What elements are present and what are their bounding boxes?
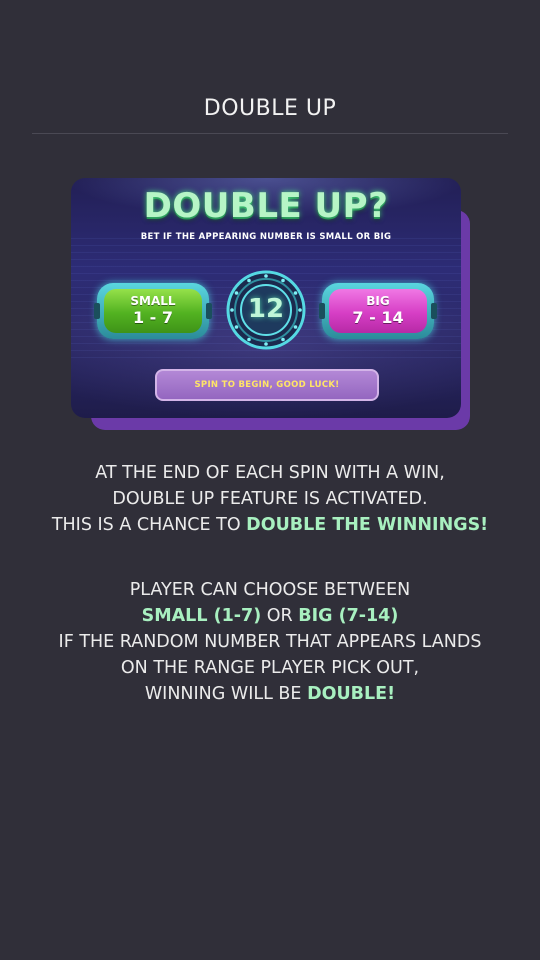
description-line: AT THE END OF EACH SPIN WITH A WIN, [95,463,445,483]
game-title: DOUBLE UP? [143,186,389,226]
description-line: DOUBLE UP FEATURE IS ACTIVATED. [112,489,428,509]
description-line: IF THE RANDOM NUMBER THAT APPEARS LANDS [58,632,482,652]
small-button[interactable]: SMALL 1 - 7 [94,283,212,339]
description-line: SMALL (1-7) OR BIG (7-14) [0,603,540,629]
description-text: WINNING WILL BE [144,684,308,704]
small-button-face: SMALL 1 - 7 [104,289,202,333]
big-button-tab-right [431,303,437,319]
dial-number: 12 [247,294,285,324]
double-up-illustration: DOUBLE UP? BET IF THE APPEARING NUMBER I… [71,178,461,418]
highlight-small-range: SMALL (1-7) [141,606,262,626]
description-rules: PLAYER CAN CHOOSE BETWEEN SMALL (1-7) OR… [0,577,540,707]
big-button-tab-left [319,303,325,319]
highlight-double: DOUBLE! [307,684,396,704]
spin-status-text: SPIN TO BEGIN, GOOD LUCK! [194,380,340,390]
big-button-range: 7 - 14 [352,308,404,327]
game-subtitle: BET IF THE APPEARING NUMBER IS SMALL OR … [140,232,392,242]
description-text: THIS IS A CHANCE TO [51,515,247,535]
small-button-tab-left [94,303,100,319]
big-button-face: BIG 7 - 14 [329,289,427,333]
small-button-tab-right [206,303,212,319]
highlight-big-range: BIG (7-14) [298,606,399,626]
highlight-double-winnings: DOUBLE THE WINNINGS! [246,515,489,535]
big-button-label: BIG [366,294,390,308]
description-line: ON THE RANGE PLAYER PICK OUT, [120,658,420,678]
description-activation: AT THE END OF EACH SPIN WITH A WIN, DOUB… [0,460,540,538]
description-text: OR [261,606,299,626]
description-line: WINNING WILL BE DOUBLE! [0,681,540,707]
spin-status-bar: SPIN TO BEGIN, GOOD LUCK! [155,369,379,401]
big-button[interactable]: BIG 7 - 14 [319,283,437,339]
small-button-range: 1 - 7 [132,308,174,327]
number-dial: 12 [226,270,306,350]
title-divider [32,133,508,134]
description-line: THIS IS A CHANCE TO DOUBLE THE WINNINGS! [0,512,540,538]
small-button-label: SMALL [130,294,176,308]
description-line: PLAYER CAN CHOOSE BETWEEN [129,580,411,600]
page-title: DOUBLE UP [203,96,337,121]
